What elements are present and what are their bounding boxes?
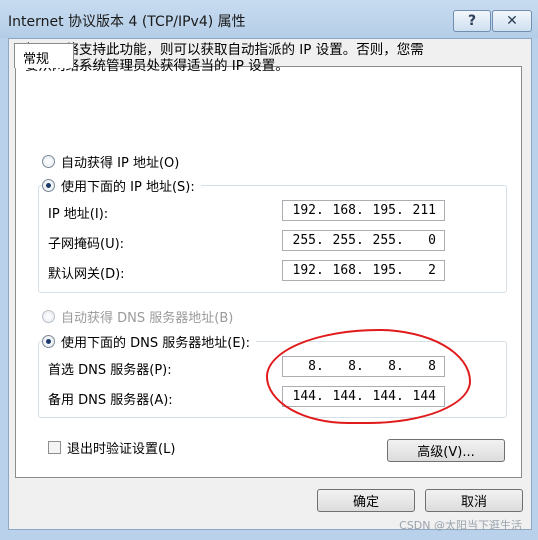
validate-on-exit-option[interactable]: 退出时验证设置(L) (48, 438, 175, 457)
octet-separator: . (396, 203, 404, 218)
alternate-dns-label: 备用 DNS 服务器(A): (48, 393, 173, 408)
gateway-octet-2[interactable]: 168 (323, 263, 356, 278)
octet-separator: . (316, 233, 324, 248)
ip-octet-3[interactable]: 195 (363, 203, 396, 218)
gateway-octet-1[interactable]: 192 (283, 263, 316, 278)
ip-octet-1[interactable]: 192 (283, 203, 316, 218)
gateway-label: 默认网关(D): (48, 267, 125, 282)
window-title: Internet 协议版本 4 (TCP/IPv4) 属性 (8, 14, 246, 30)
auto-dns-label: 自动获得 DNS 服务器地址(B) (61, 311, 234, 326)
manual-ip-label: 使用下面的 IP 地址(S): (61, 180, 195, 195)
manual-dns-option[interactable]: 使用下面的 DNS 服务器地址(E): (42, 332, 256, 351)
manual-dns-label: 使用下面的 DNS 服务器地址(E): (61, 336, 250, 351)
gateway-octet-4[interactable]: 2 (403, 263, 436, 278)
red-annotation-circle (266, 329, 471, 424)
auto-ip-label: 自动获得 IP 地址(O) (61, 156, 180, 171)
octet-separator: . (316, 263, 324, 278)
octet-separator: . (356, 263, 364, 278)
validate-on-exit-checkbox[interactable] (48, 441, 61, 454)
watermark: CSDN @太阳当下逛生活 (399, 519, 522, 532)
ip-octet-4[interactable]: 211 (403, 203, 436, 218)
octet-separator: . (316, 203, 324, 218)
auto-dns-radio (42, 310, 55, 323)
ip-octet-2[interactable]: 168 (323, 203, 356, 218)
auto-ip-radio[interactable] (42, 155, 55, 168)
close-icon: ✕ (506, 13, 518, 29)
manual-ip-option[interactable]: 使用下面的 IP 地址(S): (42, 176, 201, 195)
octet-separator: . (356, 203, 364, 218)
validate-on-exit-label: 退出时验证设置(L) (67, 442, 176, 457)
tab-general-label: 常规 (23, 52, 50, 67)
description-text: 如果网络支持此功能，则可以获取自动指派的 IP 设置。否则，您需 要从网络系统管… (25, 42, 495, 74)
description-line-2: 要从网络系统管理员处获得适当的 IP 设置。 (25, 58, 289, 74)
cancel-button[interactable]: 取消 (425, 489, 523, 512)
mask-octet-1[interactable]: 255 (283, 233, 316, 248)
mask-octet-4[interactable]: 0 (403, 233, 436, 248)
octet-separator: . (396, 263, 404, 278)
title-bar[interactable]: Internet 协议版本 4 (TCP/IPv4) 属性 ? ✕ (0, 0, 538, 38)
ok-button[interactable]: 确定 (317, 489, 415, 512)
mask-octet-2[interactable]: 255 (323, 233, 356, 248)
manual-dns-radio[interactable] (42, 335, 55, 348)
auto-dns-option: 自动获得 DNS 服务器地址(B) (42, 307, 233, 326)
advanced-button[interactable]: 高级(V)... (387, 439, 505, 462)
octet-separator: . (356, 233, 364, 248)
manual-ip-radio[interactable] (42, 179, 55, 192)
close-button[interactable]: ✕ (492, 10, 532, 32)
mask-octet-3[interactable]: 255 (363, 233, 396, 248)
tab-general[interactable]: 常规 (14, 43, 74, 68)
subnet-mask-label: 子网掩码(U): (48, 237, 125, 252)
octet-separator: . (396, 233, 404, 248)
ip-address-label: IP 地址(I): (48, 207, 109, 222)
preferred-dns-label: 首选 DNS 服务器(P): (48, 363, 172, 378)
description-line-1: 如果网络支持此功能，则可以获取自动指派的 IP 设置。否则，您需 (25, 42, 424, 58)
help-button[interactable]: ? (453, 10, 491, 32)
ip-address-input[interactable]: 192. 168. 195. 211 (282, 200, 445, 221)
dialog-window: Internet 协议版本 4 (TCP/IPv4) 属性 ? ✕ 常规 如果网… (0, 0, 538, 540)
auto-ip-option[interactable]: 自动获得 IP 地址(O) (42, 152, 179, 171)
gateway-input[interactable]: 192. 168. 195. 2 (282, 260, 445, 281)
help-icon: ? (467, 13, 477, 29)
gateway-octet-3[interactable]: 195 (363, 263, 396, 278)
subnet-mask-input[interactable]: 255. 255. 255. 0 (282, 230, 445, 251)
